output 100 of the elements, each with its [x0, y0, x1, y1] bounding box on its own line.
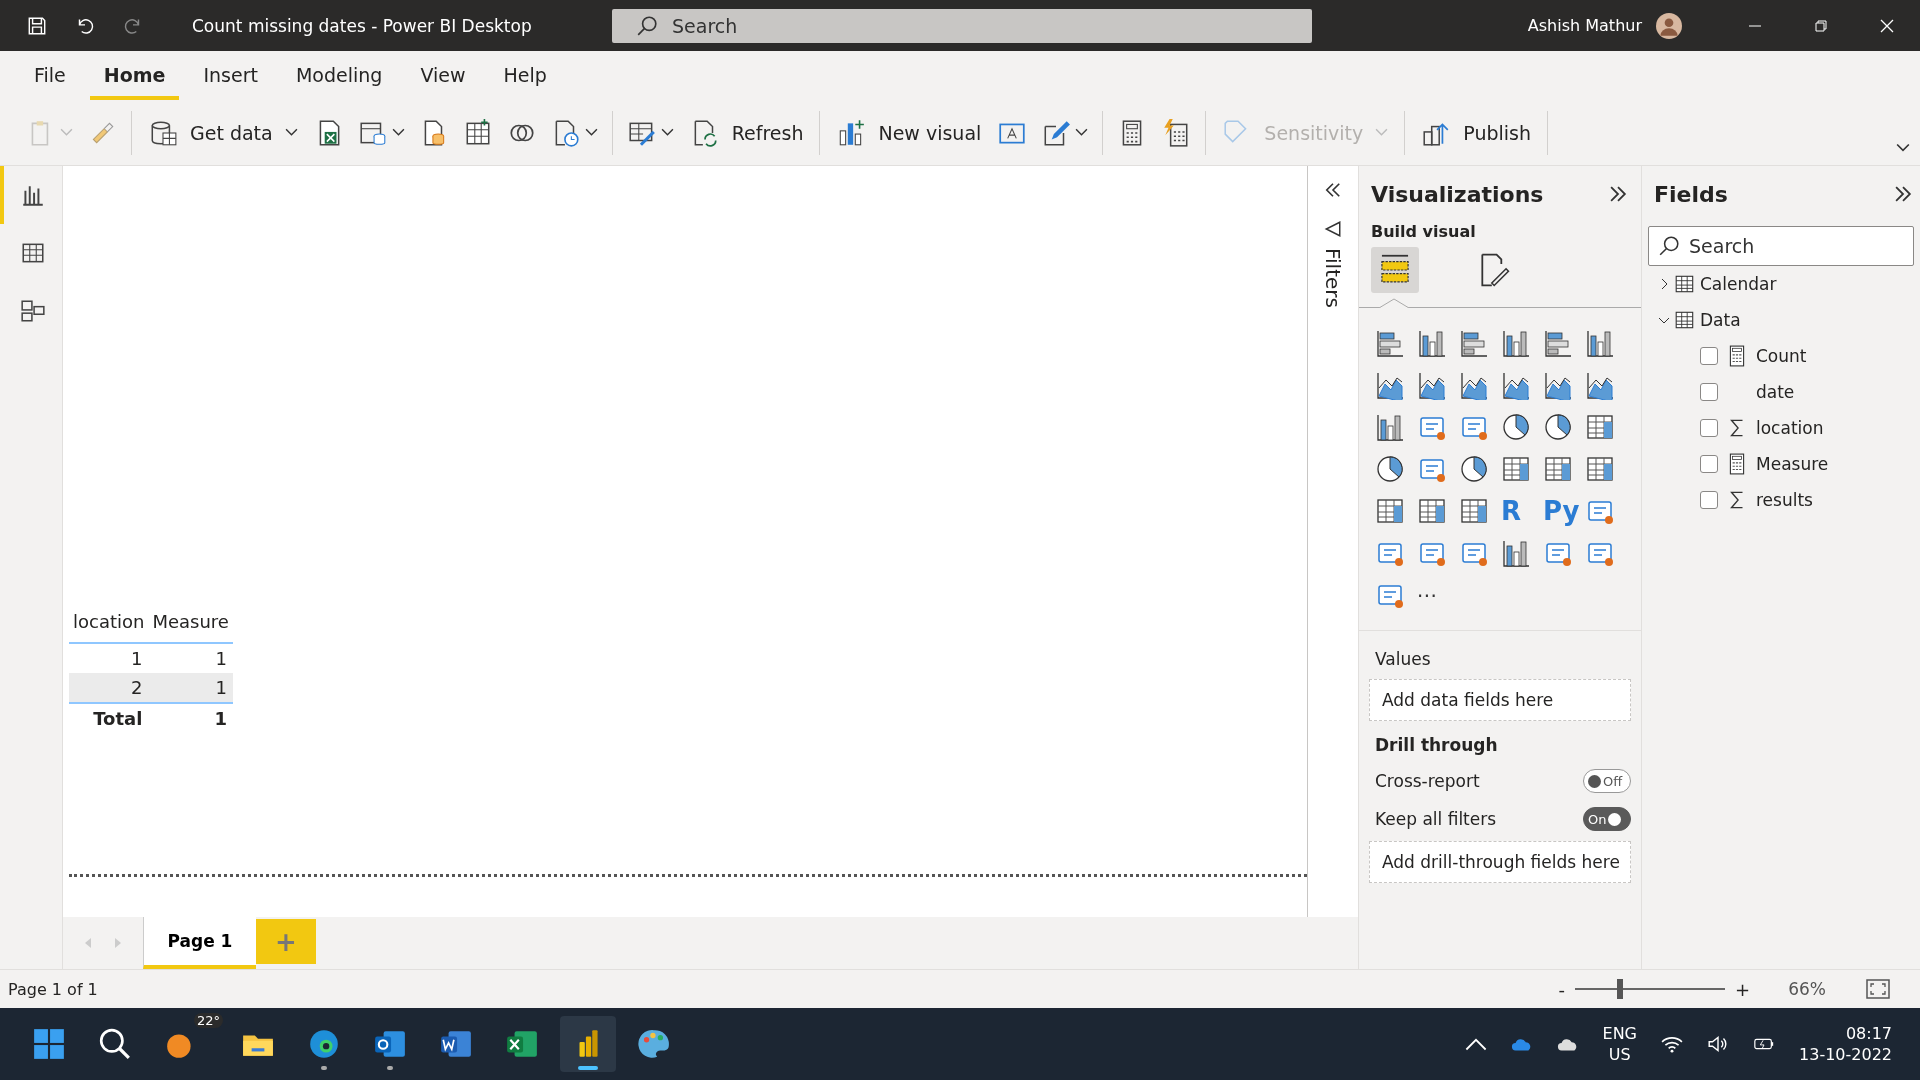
report-icon[interactable]: [1501, 538, 1531, 568]
script-visual-icon[interactable]: R: [1501, 496, 1543, 526]
publish-button[interactable]: Publish: [1419, 117, 1533, 148]
drop-zone[interactable]: Add drill-through fields here: [1369, 841, 1631, 883]
zoom-level: 66%: [1788, 979, 1826, 999]
area-chart-icon[interactable]: [1459, 370, 1489, 400]
bar-chart-icon[interactable]: [1543, 328, 1573, 358]
table-cell: 1: [69, 643, 149, 673]
toggle-label: Keep all filters: [1375, 809, 1497, 829]
column-header[interactable]: location: [69, 603, 149, 643]
table-cell: 1: [148, 643, 233, 673]
column-chart-icon[interactable]: [1585, 328, 1615, 358]
clustered-bar-chart-icon[interactable]: [1459, 328, 1489, 358]
field-name[interactable]: date: [1756, 382, 1795, 402]
table-icon: [1674, 309, 1696, 331]
page-tab[interactable]: Page 1: [143, 917, 256, 969]
table-cell: 2: [69, 673, 149, 703]
field-name[interactable]: results: [1756, 490, 1813, 510]
section-title: Drill through: [1375, 735, 1499, 755]
page-count: Page 1 of 1: [8, 979, 98, 999]
menu-tab[interactable]: Insert: [189, 64, 272, 100]
user-name: Ashish Mathur: [1527, 16, 1642, 35]
sigma-icon: [1728, 489, 1746, 511]
avatar-icon[interactable]: [1656, 12, 1682, 39]
new-visual-button[interactable]: New visual: [834, 117, 984, 148]
collapse-left-icon[interactable]: [1323, 180, 1343, 200]
field-name[interactable]: Measure: [1756, 454, 1829, 474]
menu-tab[interactable]: View: [406, 64, 480, 100]
combo-chart-icon[interactable]: [1501, 370, 1531, 400]
total-cell: 1: [148, 703, 233, 733]
field-name[interactable]: location: [1756, 418, 1824, 438]
checkbox[interactable]: [1700, 347, 1718, 365]
checkbox[interactable]: [1700, 383, 1718, 401]
search-icon: [1658, 235, 1680, 257]
zoom-slider[interactable]: [1575, 979, 1726, 999]
start-icon[interactable]: [32, 1027, 66, 1061]
total-cell: Total: [69, 703, 149, 733]
caret-icon: [284, 128, 298, 137]
language-label[interactable]: ENG: [1602, 1023, 1637, 1044]
temperature-badge: 22°: [194, 1013, 224, 1028]
get-data-button[interactable]: Get data: [146, 117, 300, 148]
toggle-label: Cross-report: [1375, 771, 1480, 791]
panel-title: Fields: [1654, 181, 1728, 207]
treemap-icon[interactable]: [1585, 412, 1615, 442]
fit-to-page-icon[interactable]: [1866, 979, 1890, 999]
more-button[interactable]: ⋯: [1417, 580, 1459, 610]
pie-chart-icon[interactable]: [1501, 412, 1531, 442]
waterfall-chart-icon[interactable]: [1375, 412, 1405, 442]
fields-well-tab[interactable]: [1371, 247, 1419, 293]
calculator-icon: [1728, 453, 1746, 475]
drop-zone[interactable]: Add data fields here: [1369, 679, 1631, 721]
caret-icon[interactable]: [584, 128, 598, 137]
menu-tab[interactable]: Modeling: [281, 64, 397, 100]
clustered-column-chart-icon[interactable]: [1501, 328, 1531, 358]
column-header[interactable]: Measure: [148, 603, 233, 643]
clock-time[interactable]: 08:17: [1845, 1023, 1892, 1044]
chevron-down-icon[interactable]: [1896, 142, 1910, 153]
caret-icon[interactable]: [660, 128, 674, 137]
stacked-bar-chart-icon[interactable]: [1375, 328, 1405, 358]
zoom-out-button[interactable]: -: [1558, 978, 1566, 1000]
table-cell: 1: [148, 673, 233, 703]
refresh-button[interactable]: Refresh: [687, 117, 806, 148]
caret-icon[interactable]: [391, 128, 405, 137]
caret-icon[interactable]: [1075, 128, 1089, 137]
line-chart-icon[interactable]: [1375, 370, 1405, 400]
search-field[interactable]: Search: [1648, 226, 1914, 266]
matrix-icon[interactable]: [1459, 496, 1489, 526]
area-chart-icon[interactable]: [1417, 370, 1447, 400]
search-icon[interactable]: [98, 1027, 132, 1061]
window-title: Count missing dates - Power BI Desktop: [192, 15, 533, 36]
zoom-in-button[interactable]: +: [1735, 978, 1751, 1000]
checkbox[interactable]: [1700, 419, 1718, 437]
sigma-icon: [1728, 417, 1746, 439]
table-icon[interactable]: [1417, 496, 1447, 526]
section-title: Build visual: [1371, 222, 1477, 241]
script-visual-icon[interactable]: Py: [1543, 496, 1585, 526]
menu-tab[interactable]: File: [20, 64, 80, 100]
values-label: Values: [1375, 649, 1432, 669]
search-icon: [636, 14, 658, 37]
calculator-icon: [1728, 345, 1746, 367]
wifi-icon[interactable]: [1661, 1035, 1683, 1053]
field-name[interactable]: Count: [1756, 346, 1807, 366]
toggle-switch[interactable]: On: [1583, 807, 1631, 831]
combo-chart-icon[interactable]: [1543, 370, 1573, 400]
checkbox[interactable]: [1700, 491, 1718, 509]
filters-label[interactable]: Filters: [1321, 248, 1345, 308]
speaker-icon[interactable]: [1707, 1035, 1729, 1053]
stacked-column-chart-icon[interactable]: [1417, 328, 1447, 358]
clock-date[interactable]: 13-10-2022: [1799, 1044, 1892, 1065]
region-label[interactable]: US: [1608, 1044, 1631, 1065]
toggle-switch[interactable]: Off: [1583, 769, 1631, 793]
panel-title: Visualizations: [1371, 181, 1544, 207]
caret-icon: [1375, 128, 1389, 137]
table-node[interactable]: Calendar: [1648, 266, 1920, 302]
menu-tab[interactable]: Home: [89, 64, 180, 100]
search-field[interactable]: Search: [612, 8, 1312, 43]
menu-tab[interactable]: Help: [489, 64, 561, 100]
bar-chart-app-icon[interactable]: [560, 1016, 616, 1072]
checkbox[interactable]: [1700, 455, 1718, 473]
table-node[interactable]: Data: [1648, 302, 1920, 338]
